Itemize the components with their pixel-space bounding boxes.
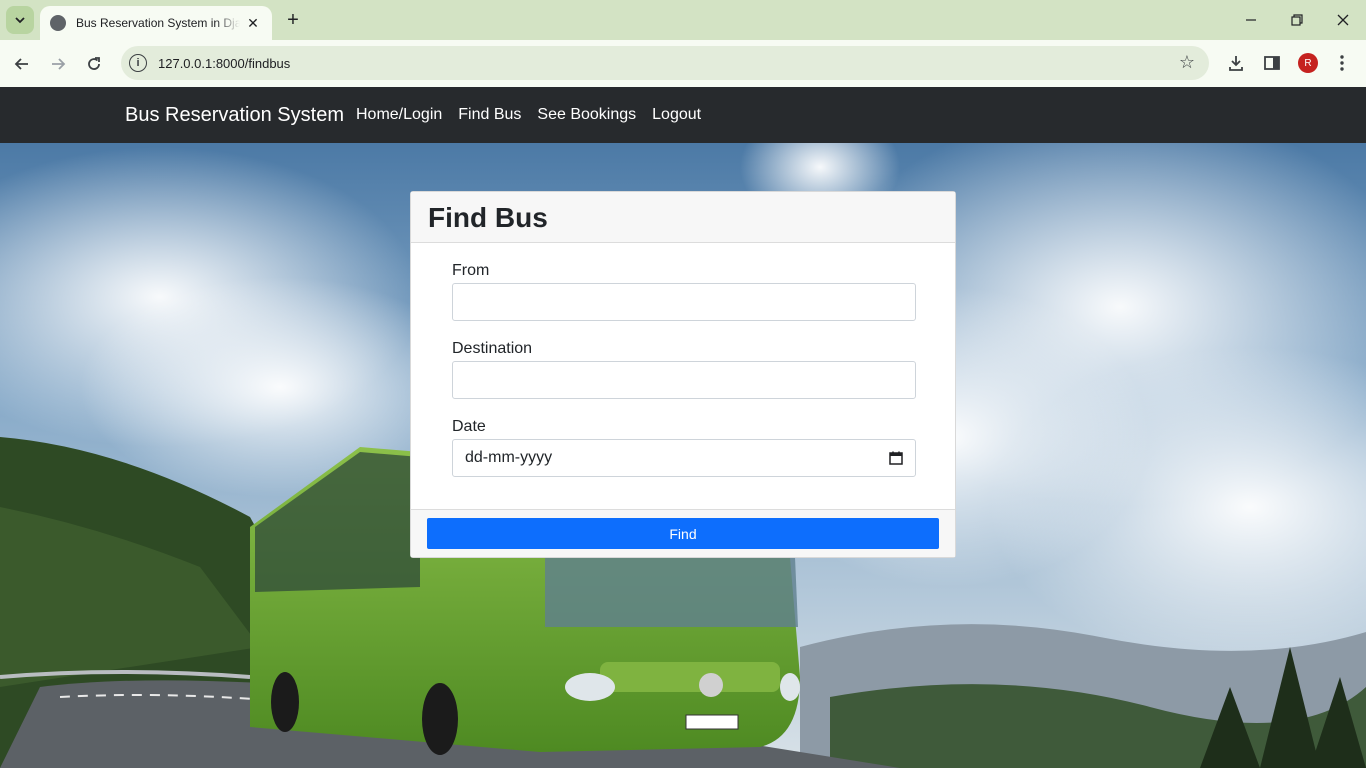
- destination-label: Destination: [452, 340, 533, 357]
- reload-button[interactable]: [80, 50, 108, 78]
- find-bus-form: From Destination Date dd-mm-yyyy: [411, 243, 955, 509]
- minimize-button[interactable]: [1228, 0, 1274, 40]
- nav-logout[interactable]: Logout: [652, 106, 701, 124]
- url-text[interactable]: 127.0.0.1:8000/findbus: [158, 56, 290, 71]
- nav-see-bookings[interactable]: See Bookings: [537, 106, 636, 124]
- destination-input[interactable]: [452, 361, 916, 399]
- forward-arrow-icon: [52, 58, 66, 70]
- restore-button[interactable]: [1274, 0, 1320, 40]
- nav-links: Home/Login Find Bus See Bookings Logout: [356, 106, 717, 124]
- site-navbar: Bus Reservation System Home/Login Find B…: [0, 87, 1366, 143]
- download-icon[interactable]: [1224, 51, 1248, 75]
- close-icon: [1337, 14, 1349, 26]
- chevron-down-icon: [15, 17, 25, 24]
- date-placeholder: dd-mm-yyyy: [465, 449, 553, 466]
- new-tab-button[interactable]: +: [282, 8, 304, 32]
- tab-search-button[interactable]: [6, 6, 34, 34]
- profile-avatar[interactable]: R: [1298, 53, 1318, 73]
- back-button[interactable]: [8, 50, 36, 78]
- tab-title: Bus Reservation System in Django: [76, 16, 240, 30]
- nav-home-login[interactable]: Home/Login: [356, 106, 442, 124]
- browser-tab-bar: Bus Reservation System in Django ✕ +: [0, 0, 1366, 40]
- brand-title[interactable]: Bus Reservation System: [125, 104, 344, 127]
- find-button[interactable]: Find: [427, 518, 939, 549]
- web-page: Bus Reservation System Home/Login Find B…: [0, 87, 1366, 768]
- reload-icon: [88, 57, 100, 70]
- address-bar[interactable]: i 127.0.0.1:8000/findbus ☆: [121, 46, 1209, 80]
- card-title: Find Bus: [411, 192, 955, 243]
- calendar-icon[interactable]: [889, 451, 903, 465]
- browser-tab[interactable]: Bus Reservation System in Django ✕: [40, 6, 272, 40]
- find-bus-card: Find Bus From Destination Date dd-mm-yyy…: [410, 191, 956, 558]
- menu-dots-icon[interactable]: [1330, 51, 1354, 75]
- back-arrow-icon: [14, 58, 28, 70]
- side-panel-icon[interactable]: [1260, 51, 1284, 75]
- browser-toolbar: i 127.0.0.1:8000/findbus ☆: [0, 40, 1366, 87]
- minimize-icon: [1246, 19, 1256, 21]
- date-input[interactable]: dd-mm-yyyy: [452, 439, 916, 477]
- bookmark-star-icon[interactable]: ☆: [1179, 52, 1195, 73]
- nav-find-bus[interactable]: Find Bus: [458, 106, 521, 124]
- card-footer: Find: [411, 509, 955, 557]
- restore-icon: [1291, 14, 1303, 26]
- from-label: From: [452, 262, 490, 279]
- close-window-button[interactable]: [1320, 0, 1366, 40]
- forward-button[interactable]: [44, 50, 72, 78]
- close-tab-icon[interactable]: ✕: [244, 14, 262, 32]
- from-input[interactable]: [452, 283, 916, 321]
- globe-icon: [50, 15, 66, 31]
- site-info-icon[interactable]: i: [129, 54, 147, 72]
- date-label: Date: [452, 418, 486, 435]
